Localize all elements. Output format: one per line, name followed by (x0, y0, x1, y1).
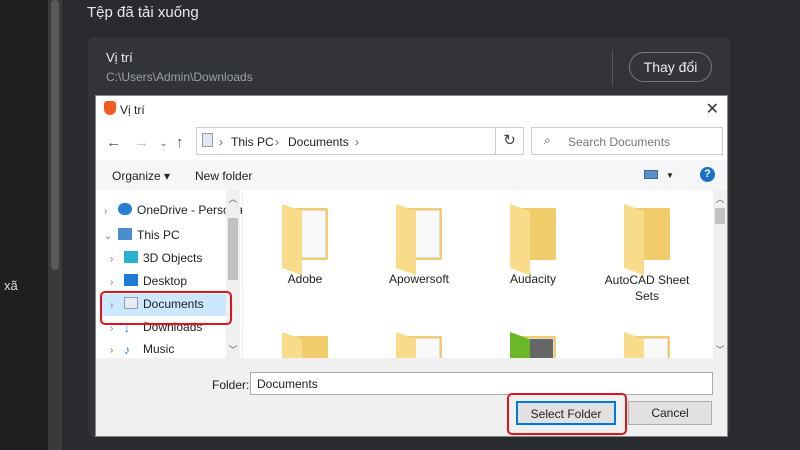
folder-label: Folder: (212, 378, 250, 392)
toolbar: Organize ▾ New folder ▼ ? (96, 160, 727, 190)
desktop-icon (124, 274, 138, 286)
folder-input[interactable]: Documents (250, 372, 713, 395)
nav-item-this-pc[interactable]: ⌄ This PC (104, 225, 234, 245)
expand-icon[interactable]: › (110, 341, 124, 358)
folder-icon (624, 332, 670, 358)
scroll-up-icon[interactable]: ︿ (713, 192, 727, 205)
nav-label: 3D Objects (143, 251, 203, 265)
expand-icon[interactable]: › (104, 202, 118, 222)
nav-label: This PC (137, 228, 180, 242)
scroll-thumb[interactable] (715, 208, 725, 224)
chevron-icon: › (355, 135, 359, 149)
scroll-down-icon[interactable]: ﹀ (226, 343, 240, 356)
scroll-down-icon[interactable]: ﹀ (713, 343, 727, 356)
navigation-pane: › OneDrive - Personal ⌄ This PC › 3D Object… (96, 190, 242, 358)
scroll-thumb[interactable] (51, 0, 59, 270)
chevron-icon: › (219, 135, 223, 149)
location-path: C:\Users\Admin\Downloads (106, 70, 253, 84)
dialog-title: Vị trí (120, 103, 145, 117)
folder-icon (510, 332, 556, 358)
brave-logo-icon (104, 101, 116, 115)
forward-arrow-icon[interactable]: → (134, 134, 149, 151)
collapse-icon[interactable]: ⌄ (104, 227, 118, 247)
page-title: Tệp đã tải xuống (87, 4, 199, 21)
organize-menu[interactable]: Organize ▾ (112, 169, 170, 183)
highlight-select-folder (507, 393, 627, 435)
folder-view: Adobe Apowersoft Audacity AutoCAD Sheet … (242, 190, 713, 358)
onedrive-icon (118, 203, 132, 215)
breadcrumb-this-pc[interactable]: This PC (231, 135, 274, 149)
documents-icon (202, 133, 213, 147)
3d-objects-icon (124, 251, 138, 263)
folder-icon (282, 332, 328, 358)
search-input[interactable]: ⌕ Search Documents (531, 127, 723, 155)
view-options-icon[interactable] (644, 170, 658, 179)
expand-icon[interactable]: › (110, 250, 124, 270)
folder-item[interactable] (483, 332, 583, 358)
folder-item[interactable] (255, 332, 355, 358)
breadcrumb-documents[interactable]: Documents (288, 135, 349, 149)
recent-chevron-icon[interactable]: ⌄ (160, 138, 168, 149)
folder-icon (282, 204, 328, 276)
folder-icon (510, 204, 556, 276)
folder-item[interactable]: AutoCAD Sheet Sets (597, 204, 697, 304)
folder-item[interactable]: Apowersoft (369, 204, 469, 286)
folder-item[interactable]: Audacity (483, 204, 583, 286)
up-arrow-icon[interactable]: ↑ (176, 134, 184, 151)
folder-name: Audacity (509, 272, 557, 286)
nav-item-onedrive[interactable]: › OneDrive - Personal (104, 200, 242, 222)
sidebar-scrollbar[interactable] (48, 0, 62, 450)
content-scrollbar[interactable]: ︿ ﹀ (713, 190, 727, 358)
new-folder-button[interactable]: New folder (195, 169, 252, 183)
nav-item-desktop[interactable]: › Desktop (110, 271, 240, 291)
search-icon: ⌕ (544, 133, 551, 147)
music-icon: ♪ (124, 343, 130, 357)
nav-label: Desktop (143, 274, 188, 288)
computer-icon (118, 228, 132, 240)
close-icon[interactable]: ✕ (706, 99, 719, 119)
divider (612, 50, 613, 86)
highlight-documents (100, 291, 232, 325)
nav-item-3d-objects[interactable]: › 3D Objects (110, 248, 240, 268)
nav-scrollbar[interactable]: ︿ ﹀ (226, 190, 240, 358)
chevron-down-icon[interactable]: ▼ (666, 171, 674, 180)
nav-label: Music (143, 342, 175, 356)
change-button[interactable]: Thay đổi (629, 52, 712, 82)
expand-icon[interactable]: › (110, 273, 124, 293)
cancel-button[interactable]: Cancel (628, 401, 712, 425)
folder-item[interactable]: Adobe (255, 204, 355, 286)
folder-icon (624, 204, 670, 276)
folder-name: Apowersoft (388, 272, 450, 286)
scroll-up-icon[interactable]: ︿ (226, 192, 240, 205)
folder-item[interactable] (369, 332, 469, 358)
refresh-icon[interactable]: ↻ (496, 127, 524, 155)
folder-name: AutoCAD Sheet Sets (604, 273, 690, 303)
folder-icon (396, 204, 442, 276)
chevron-icon: › (275, 135, 279, 149)
folder-item[interactable] (597, 332, 697, 358)
nav-item-music[interactable]: › ♪ Music (110, 339, 240, 358)
address-bar[interactable]: › This PC › Documents › (196, 127, 496, 155)
dialog-footer: Folder: Documents Select Folder Cancel (96, 358, 727, 436)
help-icon[interactable]: ? (700, 167, 715, 182)
folder-picker-dialog: Vị trí ✕ ← → ⌄ ↑ › This PC › Documents ›… (95, 95, 728, 437)
back-arrow-icon[interactable]: ← (106, 134, 121, 151)
folder-icon (396, 332, 442, 358)
folder-name: Adobe (287, 272, 323, 286)
left-sidebar (0, 0, 48, 450)
location-label: Vị trí (106, 50, 133, 65)
sidebar-text: xã (4, 278, 18, 293)
scroll-thumb[interactable] (228, 218, 238, 280)
search-placeholder: Search Documents (568, 135, 671, 149)
